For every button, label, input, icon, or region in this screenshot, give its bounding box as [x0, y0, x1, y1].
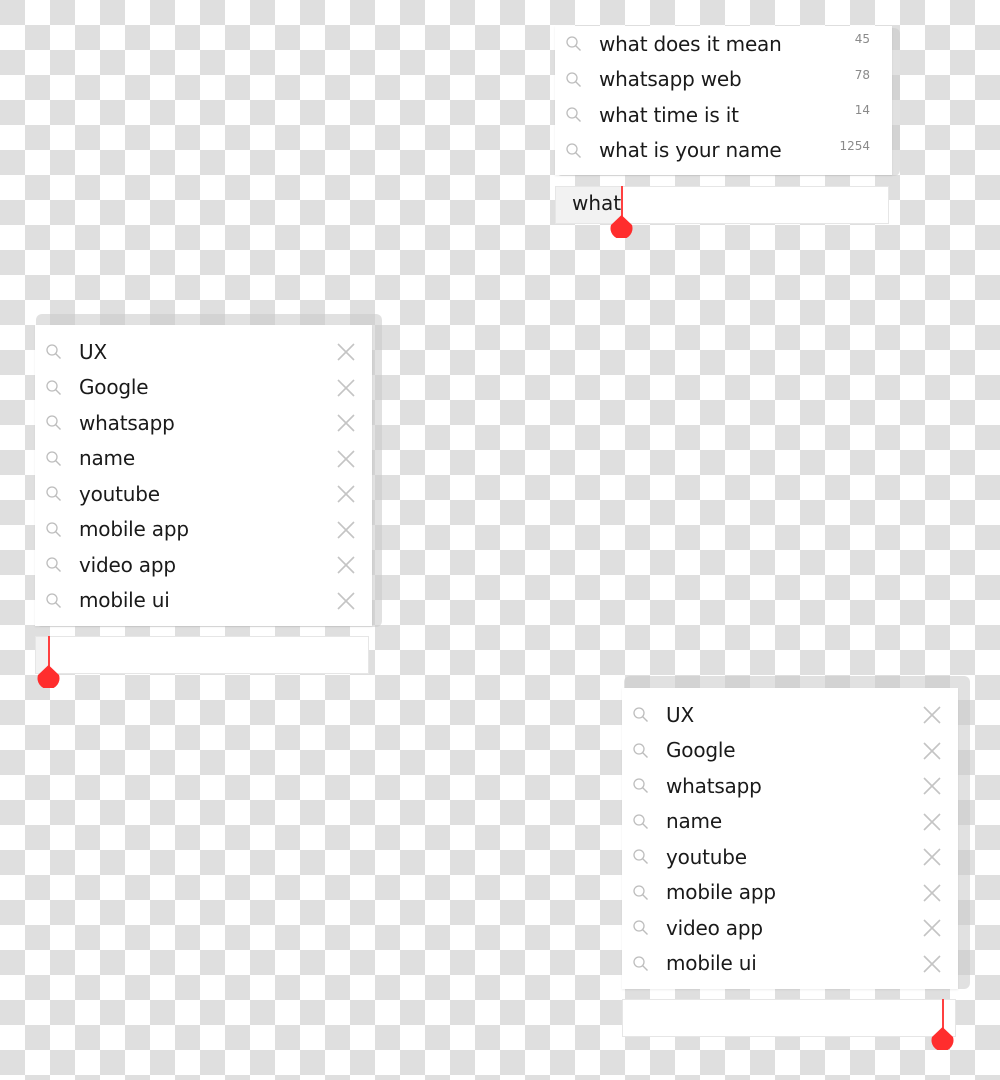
history-label: youtube: [666, 844, 747, 869]
search-icon: [633, 742, 648, 758]
search-icon: [633, 707, 648, 722]
history-item[interactable]: mobile ui: [35, 583, 372, 619]
history-item[interactable]: mobile app: [622, 875, 958, 911]
history-item[interactable]: UX: [35, 334, 372, 370]
search-icon: [566, 71, 581, 87]
suggestion-count: 78: [854, 67, 870, 82]
history-item[interactable]: name: [35, 441, 372, 477]
suggestion-count: 1254: [839, 138, 870, 153]
history-item[interactable]: mobile ui: [622, 946, 958, 982]
history-label: Google: [79, 375, 149, 400]
close-icon[interactable]: [922, 918, 942, 938]
suggestion-item[interactable]: what does it mean 45: [555, 26, 892, 62]
history-item[interactable]: video app: [35, 547, 372, 583]
search-icon: [46, 521, 61, 537]
search-icon: [566, 107, 581, 122]
suggestion-item[interactable]: what is your name 1254: [555, 133, 892, 169]
close-icon[interactable]: [922, 954, 942, 974]
history-label: whatsapp: [666, 773, 762, 798]
search-input[interactable]: [622, 999, 956, 1037]
close-icon[interactable]: [336, 520, 356, 540]
suggestion-item[interactable]: whatsapp web 78: [555, 62, 892, 98]
history-list: UX Google whatsapp name youtube mobile a…: [622, 688, 958, 989]
close-icon[interactable]: [922, 741, 942, 761]
close-icon[interactable]: [336, 484, 356, 504]
close-icon[interactable]: [922, 812, 942, 832]
history-label: video app: [666, 915, 763, 940]
search-icon: [46, 592, 61, 608]
history-item[interactable]: youtube: [622, 839, 958, 875]
cursor-handle[interactable]: [36, 664, 61, 688]
search-icon: [633, 813, 648, 829]
history-label: name: [79, 446, 135, 471]
history-item[interactable]: mobile app: [35, 512, 372, 548]
history-label: mobile app: [666, 880, 776, 905]
history-label: video app: [79, 552, 176, 577]
search-icon: [46, 344, 61, 359]
search-icon: [46, 415, 61, 430]
search-icon: [633, 884, 648, 900]
cursor-handle[interactable]: [609, 214, 634, 238]
history-label: youtube: [79, 481, 160, 506]
close-icon[interactable]: [922, 776, 942, 796]
close-icon[interactable]: [336, 591, 356, 611]
history-label: mobile ui: [79, 588, 170, 613]
search-icon: [633, 920, 648, 935]
history-item[interactable]: Google: [35, 370, 372, 406]
suggestion-label: what is your name: [599, 138, 782, 163]
history-label: UX: [79, 339, 107, 364]
search-icon: [566, 36, 581, 51]
search-icon: [633, 778, 648, 793]
search-icon: [46, 557, 61, 572]
history-list: UX Google whatsapp name youtube mobile a…: [35, 325, 372, 626]
search-input[interactable]: [35, 636, 369, 674]
search-icon: [46, 486, 61, 501]
search-icon: [46, 379, 61, 395]
cursor-handle[interactable]: [930, 1026, 955, 1050]
search-icon: [46, 450, 61, 466]
history-item[interactable]: youtube: [35, 476, 372, 512]
suggestion-item[interactable]: what time is it 14: [555, 97, 892, 133]
history-label: mobile ui: [666, 951, 757, 976]
history-item[interactable]: UX: [622, 697, 958, 733]
suggestion-list: what does it mean 45 whatsapp web 78 wha…: [555, 26, 892, 175]
suggestion-label: what does it mean: [599, 31, 782, 56]
history-label: UX: [666, 702, 694, 727]
history-item[interactable]: video app: [622, 910, 958, 946]
search-icon: [633, 955, 648, 971]
suggestion-label: what time is it: [599, 102, 739, 127]
close-icon[interactable]: [336, 449, 356, 469]
history-item[interactable]: name: [622, 804, 958, 840]
history-item[interactable]: whatsapp: [622, 768, 958, 804]
suggestion-count: 45: [854, 32, 870, 46]
suggestion-label: whatsapp web: [599, 67, 742, 92]
close-icon[interactable]: [336, 555, 356, 575]
close-icon[interactable]: [336, 342, 356, 362]
history-item[interactable]: whatsapp: [35, 405, 372, 441]
close-icon[interactable]: [922, 883, 942, 903]
search-icon: [633, 849, 648, 864]
search-input[interactable]: what: [555, 186, 889, 224]
close-icon[interactable]: [922, 847, 942, 867]
history-label: name: [666, 809, 722, 834]
history-label: Google: [666, 738, 736, 763]
close-icon[interactable]: [922, 705, 942, 725]
suggestion-count: 14: [854, 103, 870, 117]
close-icon[interactable]: [336, 378, 356, 398]
search-icon: [566, 142, 581, 158]
search-input-value: what: [572, 191, 622, 215]
close-icon[interactable]: [336, 413, 356, 433]
history-label: whatsapp: [79, 410, 175, 435]
history-label: mobile app: [79, 517, 189, 542]
history-item[interactable]: Google: [622, 733, 958, 769]
